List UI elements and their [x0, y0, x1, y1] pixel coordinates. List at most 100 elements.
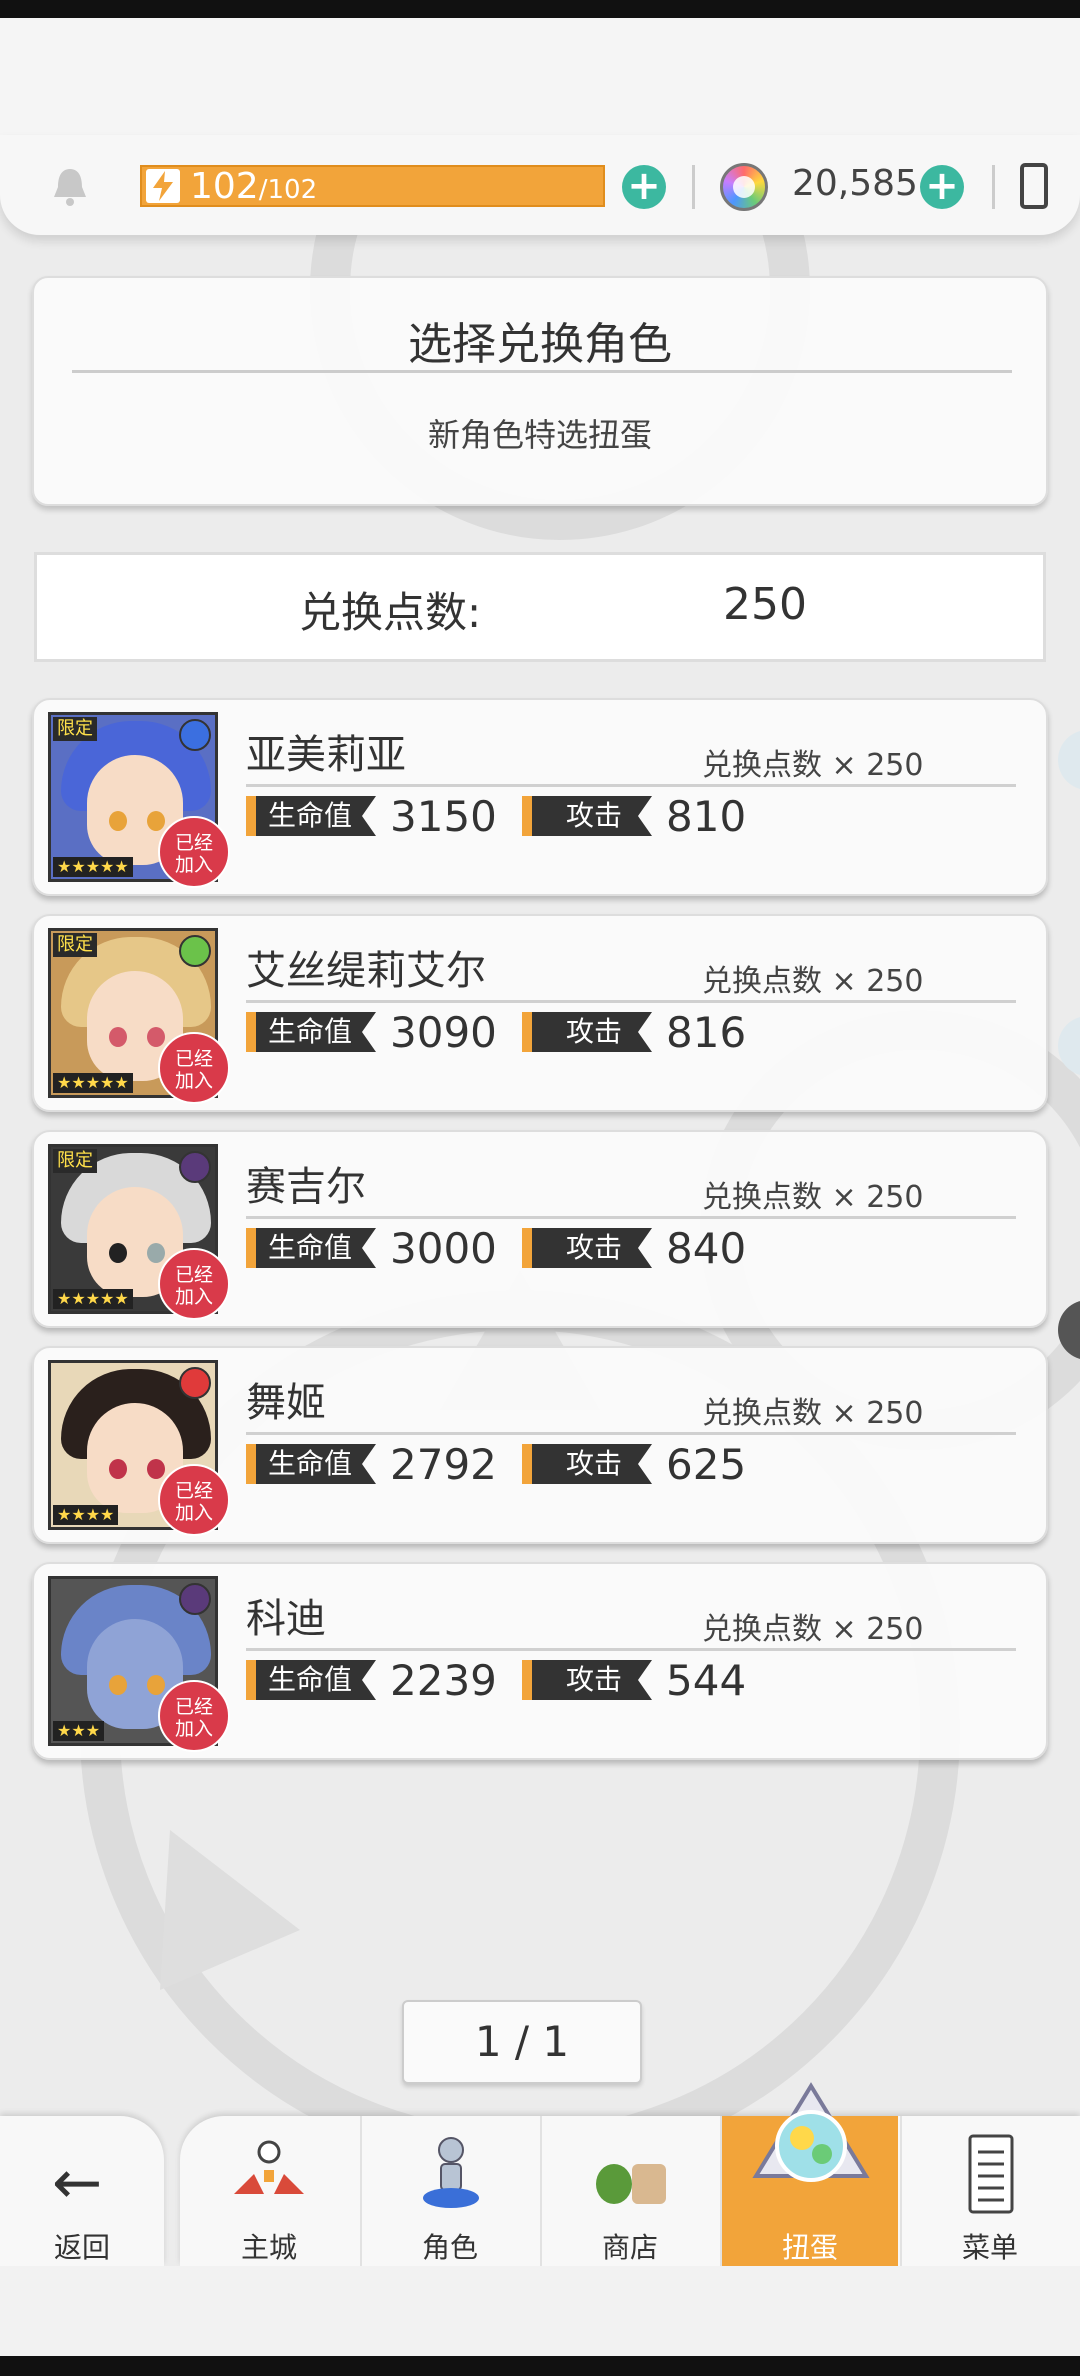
- hp-label: 生命值: [246, 1660, 376, 1700]
- hp-label: 生命值: [246, 796, 376, 836]
- resource-bar: 102 /102 + 20,585 +: [0, 135, 1080, 235]
- hp-stat: 生命值 3150: [246, 792, 497, 841]
- limited-badge: 限定: [53, 717, 97, 741]
- back-button[interactable]: ← 返回: [0, 2116, 164, 2266]
- back-arrow-icon: ←: [52, 2148, 103, 2218]
- tab-label: 主城: [240, 2231, 297, 2264]
- attack-value: 810: [666, 791, 747, 841]
- name-underline: [246, 784, 1016, 787]
- attack-label: 攻击: [522, 1228, 652, 1268]
- exchange-cost: 兑换点数 × 250: [702, 1180, 924, 1215]
- joined-badge: 已经 加入: [158, 1464, 230, 1536]
- hp-label: 生命值: [246, 1228, 376, 1268]
- character-card[interactable]: ★★★★ 已经 加入 舞姬 兑换点数 × 250 生命值 2792 攻击 625: [32, 1346, 1048, 1544]
- joined-badge: 已经 加入: [158, 1680, 230, 1752]
- shop-bag-icon: [596, 2164, 666, 2204]
- side-floating-icon[interactable]: [1058, 730, 1080, 790]
- stamina-max: /102: [258, 175, 318, 205]
- attack-label: 攻击: [522, 1012, 652, 1052]
- tab-shop[interactable]: 商店: [540, 2116, 718, 2266]
- hp-label: 生命值: [246, 1012, 376, 1052]
- hp-value: 2792: [390, 1439, 497, 1489]
- hp-value: 3000: [390, 1223, 497, 1273]
- attack-stat: 攻击 810: [522, 792, 746, 841]
- exchange-cost: 兑换点数 × 250: [702, 748, 924, 783]
- castle-icon: [234, 2140, 304, 2194]
- attack-value: 544: [666, 1655, 747, 1705]
- hp-value: 3150: [390, 791, 497, 841]
- hp-stat: 生命值 3000: [246, 1224, 497, 1273]
- divider: [692, 165, 695, 209]
- exchange-points-value: 250: [723, 579, 807, 630]
- attack-value: 816: [666, 1007, 747, 1057]
- exchange-cost: 兑换点数 × 250: [702, 1396, 924, 1431]
- character-card[interactable]: 限定 ★★★★★ 已经 加入 艾丝缇莉艾尔 兑换点数 × 250 生命值 3090 …: [32, 914, 1048, 1112]
- attack-stat: 攻击 840: [522, 1224, 746, 1273]
- add-gems-button[interactable]: +: [920, 165, 964, 209]
- exchange-points-box: 兑换点数: 250: [34, 552, 1046, 662]
- name-underline: [246, 1432, 1016, 1435]
- attack-label: 攻击: [522, 796, 652, 836]
- attack-value: 625: [666, 1439, 747, 1489]
- character-card[interactable]: 限定 ★★★★★ 已经 加入 赛吉尔 兑换点数 × 250 生命值 3000 攻击 8…: [32, 1130, 1048, 1328]
- menu-list-icon: [968, 2134, 1014, 2214]
- side-floating-icon[interactable]: [1058, 1016, 1080, 1076]
- tab-gacha[interactable]: 扭蛋: [720, 2082, 898, 2266]
- exchange-cost: 兑换点数 × 250: [702, 964, 924, 999]
- gem-count: 20,585: [792, 163, 918, 204]
- exchange-points-label: 兑换点数:: [299, 588, 482, 637]
- add-stamina-button[interactable]: +: [622, 165, 666, 209]
- attack-stat: 攻击 816: [522, 1008, 746, 1057]
- attack-value: 840: [666, 1223, 747, 1273]
- attack-label: 攻击: [522, 1444, 652, 1484]
- dark-element-icon: [179, 1151, 211, 1183]
- character-card[interactable]: ★★★ 已经 加入 科迪 兑换点数 × 250 生命值 2239 攻击 544: [32, 1562, 1048, 1760]
- lightning-icon: [146, 169, 180, 203]
- status-bar: [0, 0, 1080, 18]
- joined-badge: 已经 加入: [158, 816, 230, 888]
- water-element-icon: [179, 719, 211, 751]
- tab-label: 角色: [421, 2231, 478, 2264]
- hp-stat: 生命值 3090: [246, 1008, 497, 1057]
- rarity-stars: ★★★★: [53, 1505, 119, 1525]
- attack-stat: 攻击 625: [522, 1440, 746, 1489]
- character-card[interactable]: 限定 ★★★★★ 已经 加入 亚美莉亚 兑换点数 × 250 生命值 3150 攻击…: [32, 698, 1048, 896]
- tab-main-city[interactable]: 主城: [180, 2116, 358, 2266]
- bell-icon[interactable]: [48, 165, 92, 209]
- system-nav-bar: [0, 2356, 1080, 2376]
- attack-stat: 攻击 544: [522, 1656, 746, 1705]
- top-spacer: [0, 18, 1080, 138]
- limited-badge: 限定: [53, 933, 97, 957]
- name-underline: [246, 1000, 1016, 1003]
- tab-characters[interactable]: 角色: [360, 2116, 538, 2266]
- limited-badge: 限定: [53, 1149, 97, 1173]
- dark-element-icon: [179, 1583, 211, 1615]
- attack-label: 攻击: [522, 1660, 652, 1700]
- nav-bottom-strip: [0, 2266, 1080, 2356]
- tab-menu[interactable]: 菜单: [900, 2116, 1078, 2266]
- page-title: 选择兑换角色: [408, 319, 672, 370]
- side-floating-icon[interactable]: [1058, 1300, 1080, 1360]
- tab-label: 商店: [601, 2231, 658, 2264]
- name-underline: [246, 1648, 1016, 1651]
- page-indicator: 1 / 1: [402, 2000, 642, 2084]
- hp-stat: 生命值 2792: [246, 1440, 497, 1489]
- rarity-stars: ★★★★★: [53, 1289, 133, 1309]
- character-name: 赛吉尔: [246, 1164, 366, 1210]
- battery-icon: [1020, 163, 1048, 209]
- tab-label: 菜单: [961, 2231, 1018, 2264]
- stamina-bar: 102 /102: [140, 165, 605, 207]
- wind-element-icon: [179, 935, 211, 967]
- exchange-cost: 兑换点数 × 250: [702, 1612, 924, 1647]
- rarity-stars: ★★★: [53, 1721, 105, 1741]
- hp-label: 生命值: [246, 1444, 376, 1484]
- title-panel: 选择兑换角色 新角色特选扭蛋: [32, 276, 1048, 506]
- bottom-nav: ← 返回 主城 角色 商店 扭蛋 菜单: [0, 2082, 1080, 2266]
- character-name: 亚美莉亚: [246, 732, 406, 778]
- hp-value: 2239: [390, 1655, 497, 1705]
- character-figure-icon: [423, 2137, 479, 2208]
- gem-orb-icon: [720, 163, 768, 211]
- joined-badge: 已经 加入: [158, 1248, 230, 1320]
- title-divider: [72, 370, 1012, 373]
- name-underline: [246, 1216, 1016, 1219]
